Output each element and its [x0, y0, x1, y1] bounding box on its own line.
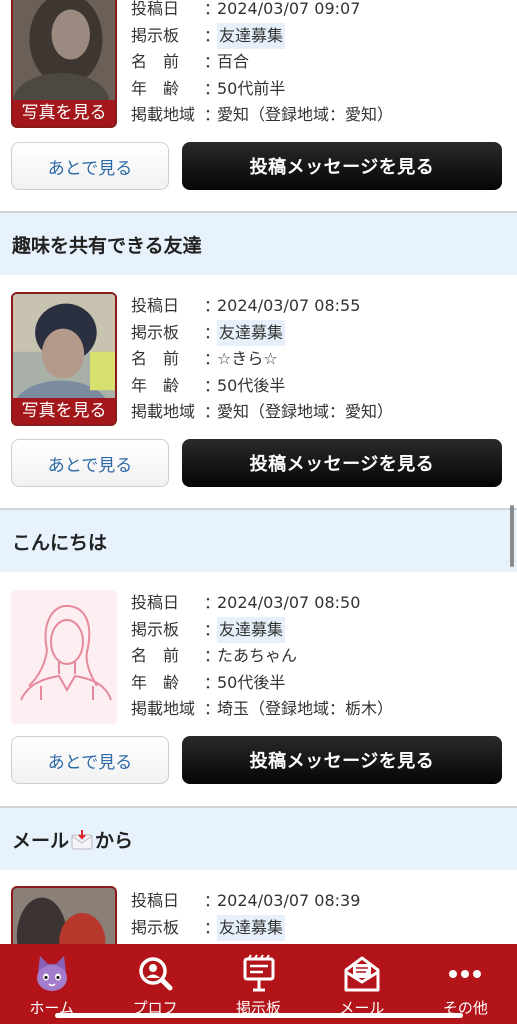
area-label: 掲載地域	[131, 699, 196, 718]
view-later-button[interactable]: あとで見る	[11, 736, 169, 784]
poster-area: 愛知（登録地域：愛知）	[217, 402, 394, 421]
post-info: 投稿日： 2024/03/07 09:07 掲示板：友達募集 名 前：百合 年 齢…	[131, 0, 393, 129]
area-label: 掲載地域	[131, 105, 196, 124]
poster-area: 愛知（登録地域：愛知）	[217, 105, 394, 124]
tab-board[interactable]: 掲示板	[207, 944, 310, 1024]
board-label: 掲示板	[131, 619, 180, 639]
post-thumbnail[interactable]	[11, 590, 117, 724]
posted-date: 2024/03/07 09:07	[217, 0, 361, 18]
post-info: 投稿日： 2024/03/07 08:50 掲示板：友達募集 名 前：たあちゃん …	[131, 590, 393, 723]
view-message-button[interactable]: 投稿メッセージを見る	[182, 736, 502, 784]
view-photo-badge[interactable]: 写真を見る	[13, 398, 115, 424]
posted-label: 投稿日	[131, 593, 180, 612]
post-thumbnail[interactable]: 写真を見る	[11, 292, 117, 426]
age-label: 年 齢	[131, 375, 180, 395]
name-label: 名 前	[131, 646, 180, 665]
tab-home[interactable]: ホーム	[0, 944, 103, 1024]
post-title-bar[interactable]: 趣味を共有できる友達	[0, 211, 517, 275]
age-label: 年 齢	[131, 78, 180, 98]
poster-area: 埼玉（登録地域：栃木）	[217, 699, 394, 718]
area-label: 掲載地域	[131, 402, 196, 421]
posted-label: 投稿日	[131, 0, 180, 18]
view-photo-badge[interactable]: 写真を見る	[13, 100, 115, 126]
posted-label: 投稿日	[131, 891, 180, 910]
post-title: こんにちは	[12, 531, 108, 554]
search-icon	[139, 957, 173, 991]
post-info: 投稿日： 2024/03/07 08:39 掲示板：友達募集	[131, 888, 360, 941]
board-link[interactable]: 友達募集	[217, 319, 286, 346]
post-title-bar[interactable]: こんにちは	[0, 508, 517, 572]
view-message-button[interactable]: 投稿メッセージを見る	[182, 439, 502, 487]
post-title-bar[interactable]: メール から	[0, 806, 517, 870]
mail-icon	[344, 956, 380, 992]
board-link[interactable]: 友達募集	[217, 22, 286, 49]
poster-name: 百合	[217, 52, 250, 71]
name-label: 名 前	[131, 52, 180, 71]
home-indicator	[55, 1013, 463, 1018]
more-icon	[449, 970, 482, 978]
posted-label: 投稿日	[131, 296, 180, 315]
post-thumbnail[interactable]: 写真を見る	[11, 0, 117, 128]
post-title-suffix: から	[95, 829, 134, 852]
scrollbar[interactable]	[510, 505, 514, 567]
view-later-button[interactable]: あとで見る	[11, 142, 169, 190]
poster-age: 50代後半	[217, 672, 286, 692]
name-label: 名 前	[131, 349, 180, 368]
post-title: 趣味を共有できる友達	[12, 234, 202, 257]
poster-age: 50代前半	[217, 78, 286, 98]
post-title: メール から	[12, 826, 133, 853]
default-avatar-icon	[11, 590, 117, 724]
tab-mail[interactable]: メール	[310, 944, 413, 1024]
board-label: 掲示板	[131, 25, 180, 45]
cat-mascot-icon	[36, 956, 67, 991]
posted-date: 2024/03/07 08:39	[217, 891, 361, 910]
bulletin-board-icon	[243, 954, 275, 992]
post-info: 投稿日： 2024/03/07 08:55 掲示板：友達募集 名 前： ☆きら☆ 年…	[131, 293, 393, 426]
board-label: 掲示板	[131, 322, 180, 342]
tab-more[interactable]: その他	[414, 944, 517, 1024]
envelope-emoji-icon	[71, 829, 93, 849]
post-title-prefix: メール	[12, 829, 70, 852]
bottom-tab-bar: ホーム プロフ 掲示板 メール その他	[0, 944, 517, 1024]
poster-name: ☆きら☆	[217, 349, 278, 368]
view-message-button[interactable]: 投稿メッセージを見る	[182, 142, 502, 190]
posted-date: 2024/03/07 08:50	[217, 593, 361, 612]
posted-date: 2024/03/07 08:55	[217, 296, 361, 315]
poster-name: たあちゃん	[217, 646, 298, 665]
poster-age: 50代後半	[217, 375, 286, 395]
tab-profile[interactable]: プロフ	[103, 944, 206, 1024]
view-later-button[interactable]: あとで見る	[11, 439, 169, 487]
age-label: 年 齢	[131, 672, 180, 692]
board-label: 掲示板	[131, 917, 180, 937]
board-link[interactable]: 友達募集	[217, 616, 286, 643]
board-link[interactable]: 友達募集	[217, 914, 286, 941]
